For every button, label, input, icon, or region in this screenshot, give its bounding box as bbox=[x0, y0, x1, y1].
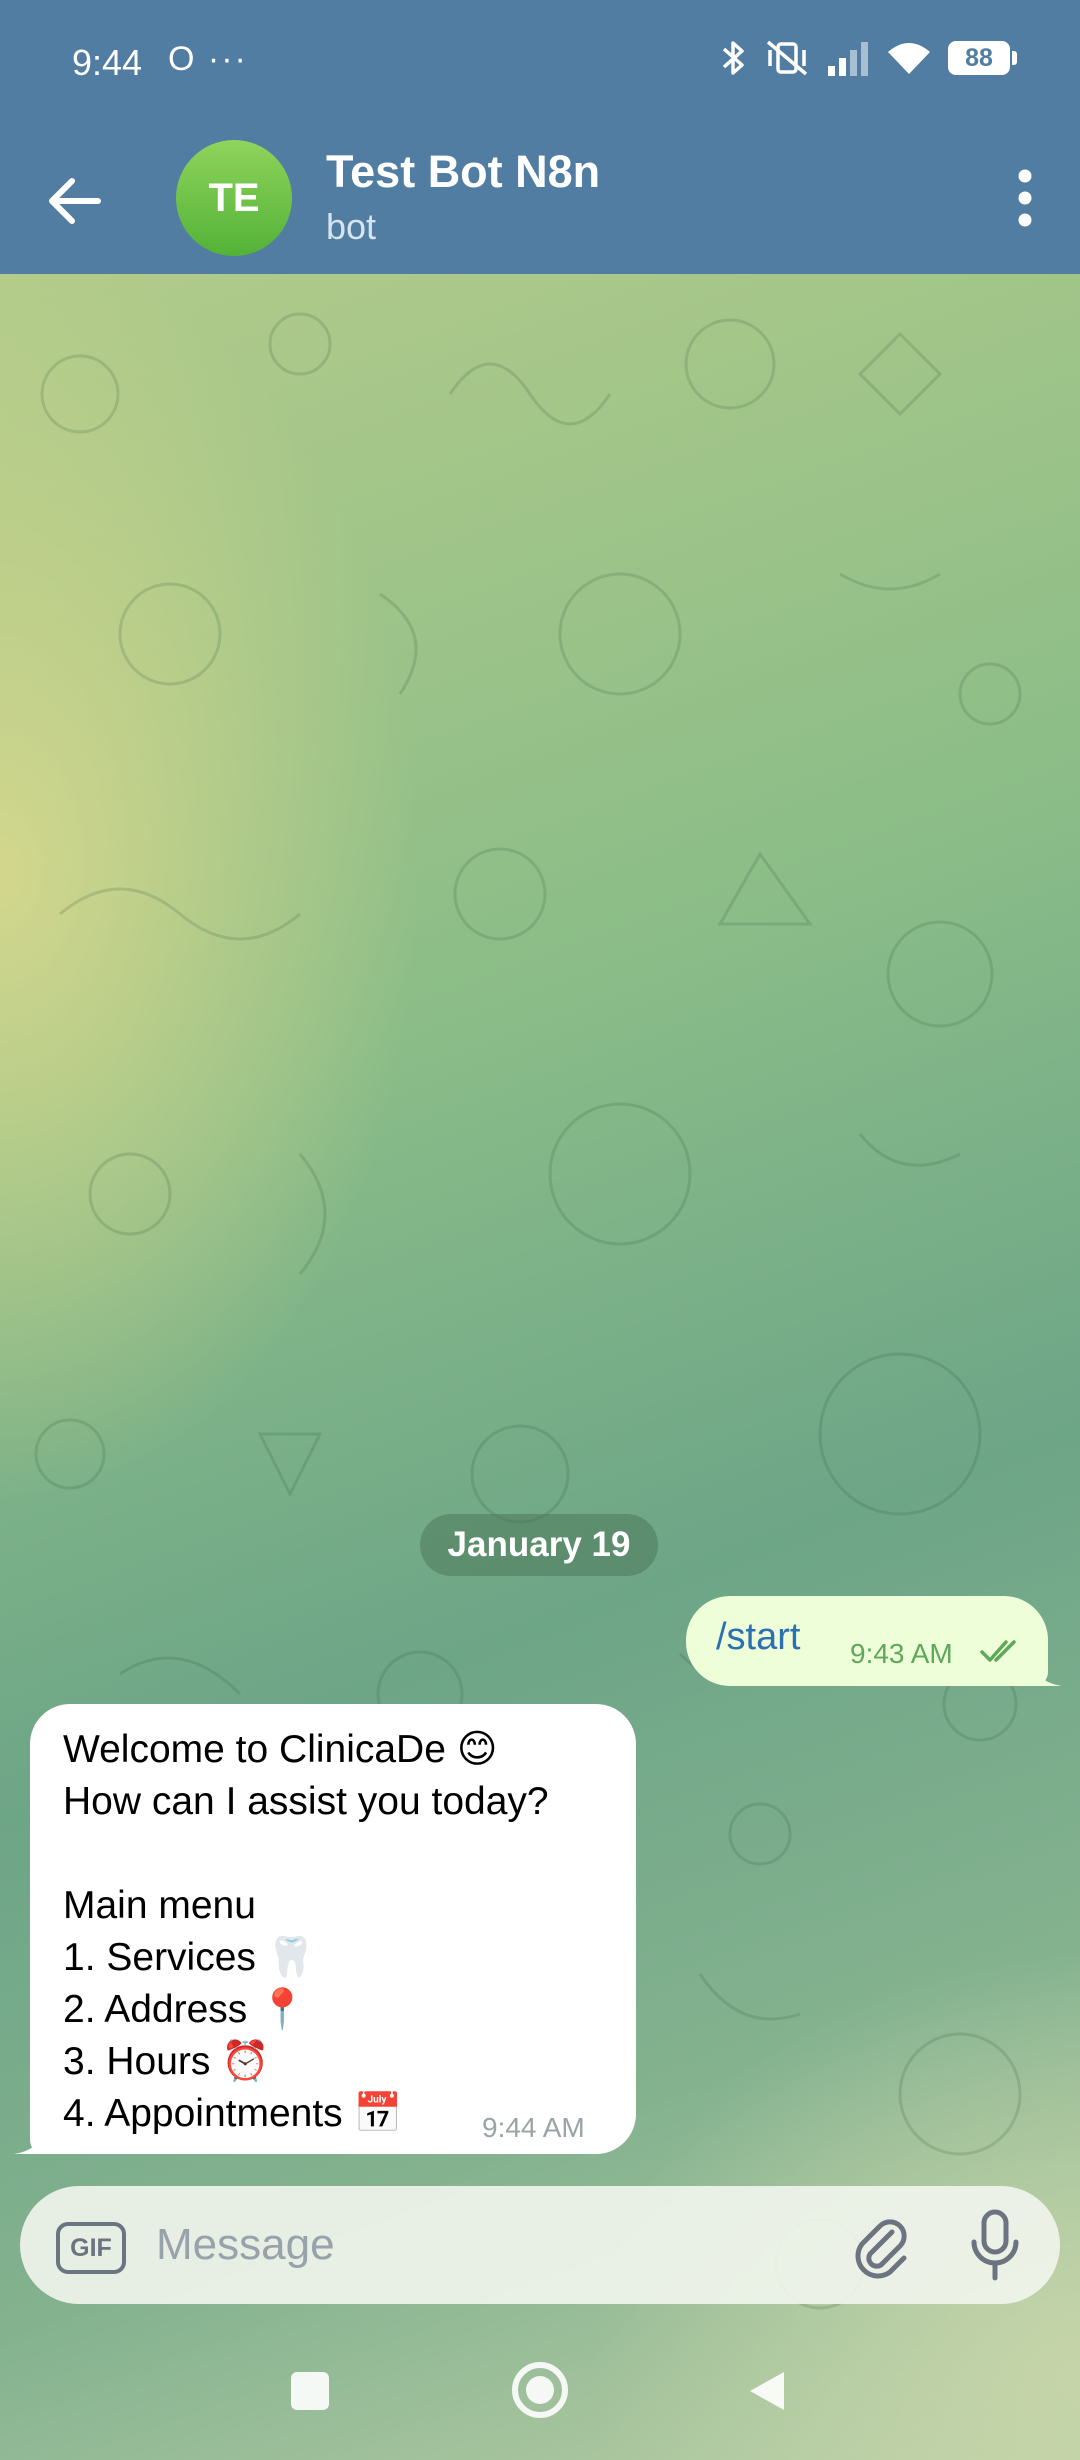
message-time: 9:43 AM bbox=[850, 1638, 953, 1669]
wifi-icon bbox=[888, 43, 930, 74]
chat-title[interactable]: Test Bot N8n bbox=[326, 146, 600, 198]
home-button[interactable] bbox=[512, 2362, 568, 2418]
more-vertical-icon[interactable] bbox=[990, 158, 1060, 238]
message-line: Welcome to ClinicaDe 😊 bbox=[63, 1728, 498, 1771]
message-line: Main menu bbox=[63, 1884, 256, 1927]
menu-item-address: 2. Address 📍 bbox=[63, 1988, 307, 2031]
battery-icon: 88 bbox=[948, 41, 1017, 75]
message-input[interactable] bbox=[156, 2210, 836, 2280]
message-line: How can I assist you today? bbox=[63, 1780, 549, 1823]
message-text: Welcome to ClinicaDe 😊 How can I assist … bbox=[63, 1724, 549, 2140]
menu-item-hours: 3. Hours ⏰ bbox=[63, 2040, 270, 2083]
bluetooth-icon bbox=[722, 41, 744, 75]
chat-header[interactable]: TE Test Bot N8n bot bbox=[0, 128, 1080, 274]
status-notification-icons: O ··· bbox=[168, 40, 248, 78]
outgoing-message[interactable]: /start 9:43 AM bbox=[686, 1596, 1062, 1686]
system-nav-bar bbox=[0, 2330, 1080, 2460]
microphone-icon[interactable] bbox=[960, 2206, 1030, 2286]
chat-subtitle: bot bbox=[326, 206, 377, 247]
bubble-tail bbox=[1032, 1656, 1062, 1686]
back-triangle-icon[interactable] bbox=[746, 2370, 788, 2412]
menu-item-appointments: 4. Appointments 📅 bbox=[63, 2092, 403, 2135]
vibrate-off-icon bbox=[766, 40, 808, 76]
recents-button[interactable] bbox=[291, 2372, 329, 2410]
message-composer: GIF bbox=[20, 2186, 1060, 2304]
status-time: 9:44 bbox=[72, 42, 143, 83]
paperclip-icon[interactable] bbox=[848, 2214, 916, 2282]
double-check-icon bbox=[980, 1640, 1016, 1662]
arrow-left-icon[interactable] bbox=[40, 166, 110, 236]
status-right-icons: 88 bbox=[720, 38, 1017, 78]
incoming-message[interactable]: Welcome to ClinicaDe 😊 How can I assist … bbox=[14, 1704, 636, 2154]
date-separator: January 19 bbox=[420, 1514, 658, 1576]
message-text: /start bbox=[716, 1616, 801, 1658]
message-time: 9:44 AM bbox=[482, 2112, 585, 2143]
bubble-tail bbox=[14, 2124, 44, 2154]
status-bar: 9:44 O ··· 88 bbox=[0, 0, 1080, 128]
avatar[interactable]: TE bbox=[176, 140, 292, 256]
gif-button[interactable]: GIF bbox=[56, 2222, 126, 2274]
menu-item-services: 1. Services 🦷 bbox=[63, 1936, 316, 1979]
top-bar: 9:44 O ··· 88 TE Test Bot N8n bot bbox=[0, 0, 1080, 274]
signal-icon bbox=[828, 42, 868, 76]
